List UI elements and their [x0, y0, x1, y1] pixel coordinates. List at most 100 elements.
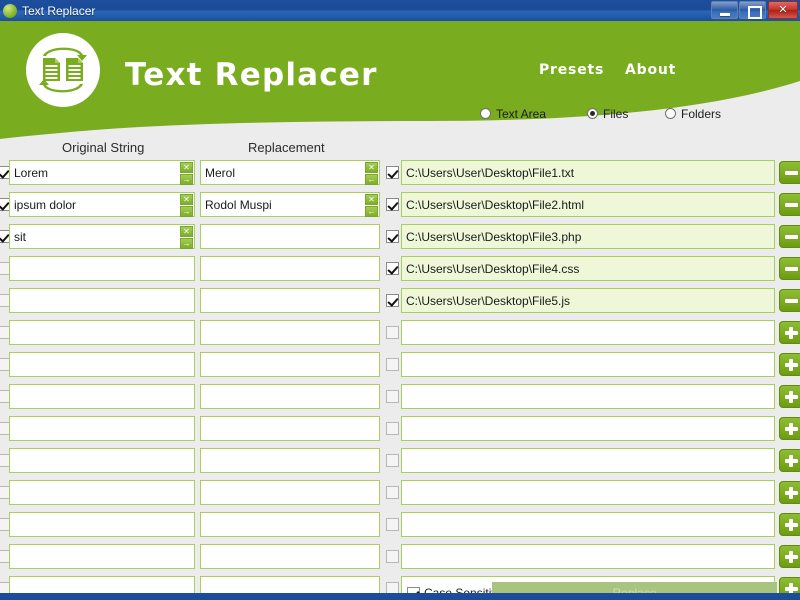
original-string-input[interactable]	[14, 545, 166, 568]
replacement-input[interactable]	[205, 161, 351, 184]
replacement-input[interactable]	[205, 417, 351, 440]
file-path-input[interactable]	[406, 289, 770, 312]
file-enable-checkbox[interactable]	[386, 262, 399, 275]
original-string-field[interactable]: ✕→	[9, 224, 195, 249]
replacement-input[interactable]	[205, 545, 351, 568]
file-path-input[interactable]	[406, 417, 770, 440]
radio-folders[interactable]: Folders	[665, 107, 721, 121]
file-path-field[interactable]	[401, 448, 775, 473]
file-enable-checkbox[interactable]	[386, 198, 399, 211]
add-file-button[interactable]	[779, 353, 800, 376]
file-path-field[interactable]	[401, 480, 775, 505]
file-path-input[interactable]	[406, 225, 770, 248]
remove-file-button[interactable]	[779, 193, 800, 216]
original-string-field[interactable]	[9, 512, 195, 537]
copy-to-original-button[interactable]: ←	[365, 174, 378, 185]
clear-replacement-button[interactable]: ✕	[365, 162, 378, 173]
original-string-input[interactable]	[14, 289, 166, 312]
file-enable-checkbox[interactable]	[386, 166, 399, 179]
remove-file-button[interactable]	[779, 257, 800, 280]
original-string-field[interactable]	[9, 256, 195, 281]
nav-presets[interactable]: Presets	[539, 62, 604, 78]
original-string-field[interactable]	[9, 384, 195, 409]
replacement-input[interactable]	[205, 385, 351, 408]
clear-replacement-button[interactable]: ✕	[365, 194, 378, 205]
original-string-field[interactable]	[9, 480, 195, 505]
replace-button[interactable]: Replace	[492, 582, 777, 593]
original-string-input[interactable]	[14, 193, 166, 216]
file-path-field[interactable]	[401, 416, 775, 441]
file-enable-checkbox[interactable]	[386, 518, 399, 531]
file-path-field[interactable]	[401, 352, 775, 377]
add-file-button[interactable]	[779, 321, 800, 344]
replacement-field[interactable]: ✕←	[200, 192, 380, 217]
clear-original-button[interactable]: ✕	[180, 162, 193, 173]
replacement-input[interactable]	[205, 481, 351, 504]
replacement-field[interactable]	[200, 480, 380, 505]
add-file-button[interactable]	[779, 545, 800, 568]
file-enable-checkbox[interactable]	[386, 486, 399, 499]
original-string-input[interactable]	[14, 513, 166, 536]
replacement-input[interactable]	[205, 289, 351, 312]
radio-text-area[interactable]: Text Area	[480, 107, 546, 121]
copy-to-replacement-button[interactable]: →	[180, 206, 193, 217]
file-path-field[interactable]	[401, 160, 775, 185]
original-string-input[interactable]	[14, 385, 166, 408]
replacement-input[interactable]	[205, 193, 351, 216]
file-path-input[interactable]	[406, 321, 770, 344]
replacement-input[interactable]	[205, 353, 351, 376]
original-string-input[interactable]	[14, 353, 166, 376]
original-string-field[interactable]	[9, 544, 195, 569]
remove-file-button[interactable]	[779, 225, 800, 248]
replacement-field[interactable]	[200, 320, 380, 345]
replacement-input[interactable]	[205, 513, 351, 536]
file-path-field[interactable]	[401, 224, 775, 249]
add-file-button[interactable]	[779, 417, 800, 440]
original-string-input[interactable]	[14, 321, 166, 344]
file-path-input[interactable]	[406, 161, 770, 184]
replacement-field[interactable]	[200, 512, 380, 537]
clear-original-button[interactable]: ✕	[180, 194, 193, 205]
replacement-field[interactable]	[200, 352, 380, 377]
original-string-field[interactable]	[9, 416, 195, 441]
original-string-field[interactable]: ✕→	[9, 160, 195, 185]
file-enable-checkbox[interactable]	[386, 294, 399, 307]
file-enable-checkbox[interactable]	[386, 422, 399, 435]
file-enable-checkbox[interactable]	[386, 358, 399, 371]
file-path-input[interactable]	[406, 193, 770, 216]
replacement-field[interactable]	[200, 224, 380, 249]
file-path-input[interactable]	[406, 545, 770, 568]
replacement-field[interactable]	[200, 256, 380, 281]
copy-to-original-button[interactable]: ←	[365, 206, 378, 217]
replacement-field[interactable]	[200, 384, 380, 409]
original-string-input[interactable]	[14, 257, 166, 280]
original-string-input[interactable]	[14, 481, 166, 504]
add-file-button[interactable]	[779, 513, 800, 536]
file-path-input[interactable]	[406, 353, 770, 376]
original-string-input[interactable]	[14, 417, 166, 440]
maximize-button[interactable]	[739, 1, 766, 19]
add-file-button[interactable]	[779, 449, 800, 472]
copy-to-replacement-button[interactable]: →	[180, 238, 193, 249]
copy-to-replacement-button[interactable]: →	[180, 174, 193, 185]
minimize-button[interactable]	[711, 1, 738, 19]
case-sensitive-checkbox[interactable]	[407, 587, 420, 593]
file-path-field[interactable]	[401, 256, 775, 281]
replacement-field[interactable]	[200, 544, 380, 569]
file-path-input[interactable]	[406, 513, 770, 536]
original-string-field[interactable]	[9, 288, 195, 313]
replacement-field[interactable]: ✕←	[200, 160, 380, 185]
remove-file-button[interactable]	[779, 289, 800, 312]
replacement-input[interactable]	[205, 257, 351, 280]
replacement-input[interactable]	[205, 321, 351, 344]
original-string-input[interactable]	[14, 161, 166, 184]
clear-original-button[interactable]: ✕	[180, 226, 193, 237]
file-path-field[interactable]	[401, 512, 775, 537]
file-path-field[interactable]	[401, 320, 775, 345]
file-path-field[interactable]	[401, 384, 775, 409]
file-path-field[interactable]	[401, 288, 775, 313]
replacement-input[interactable]	[205, 449, 351, 472]
original-string-field[interactable]	[9, 352, 195, 377]
file-path-input[interactable]	[406, 481, 770, 504]
original-string-field[interactable]	[9, 448, 195, 473]
